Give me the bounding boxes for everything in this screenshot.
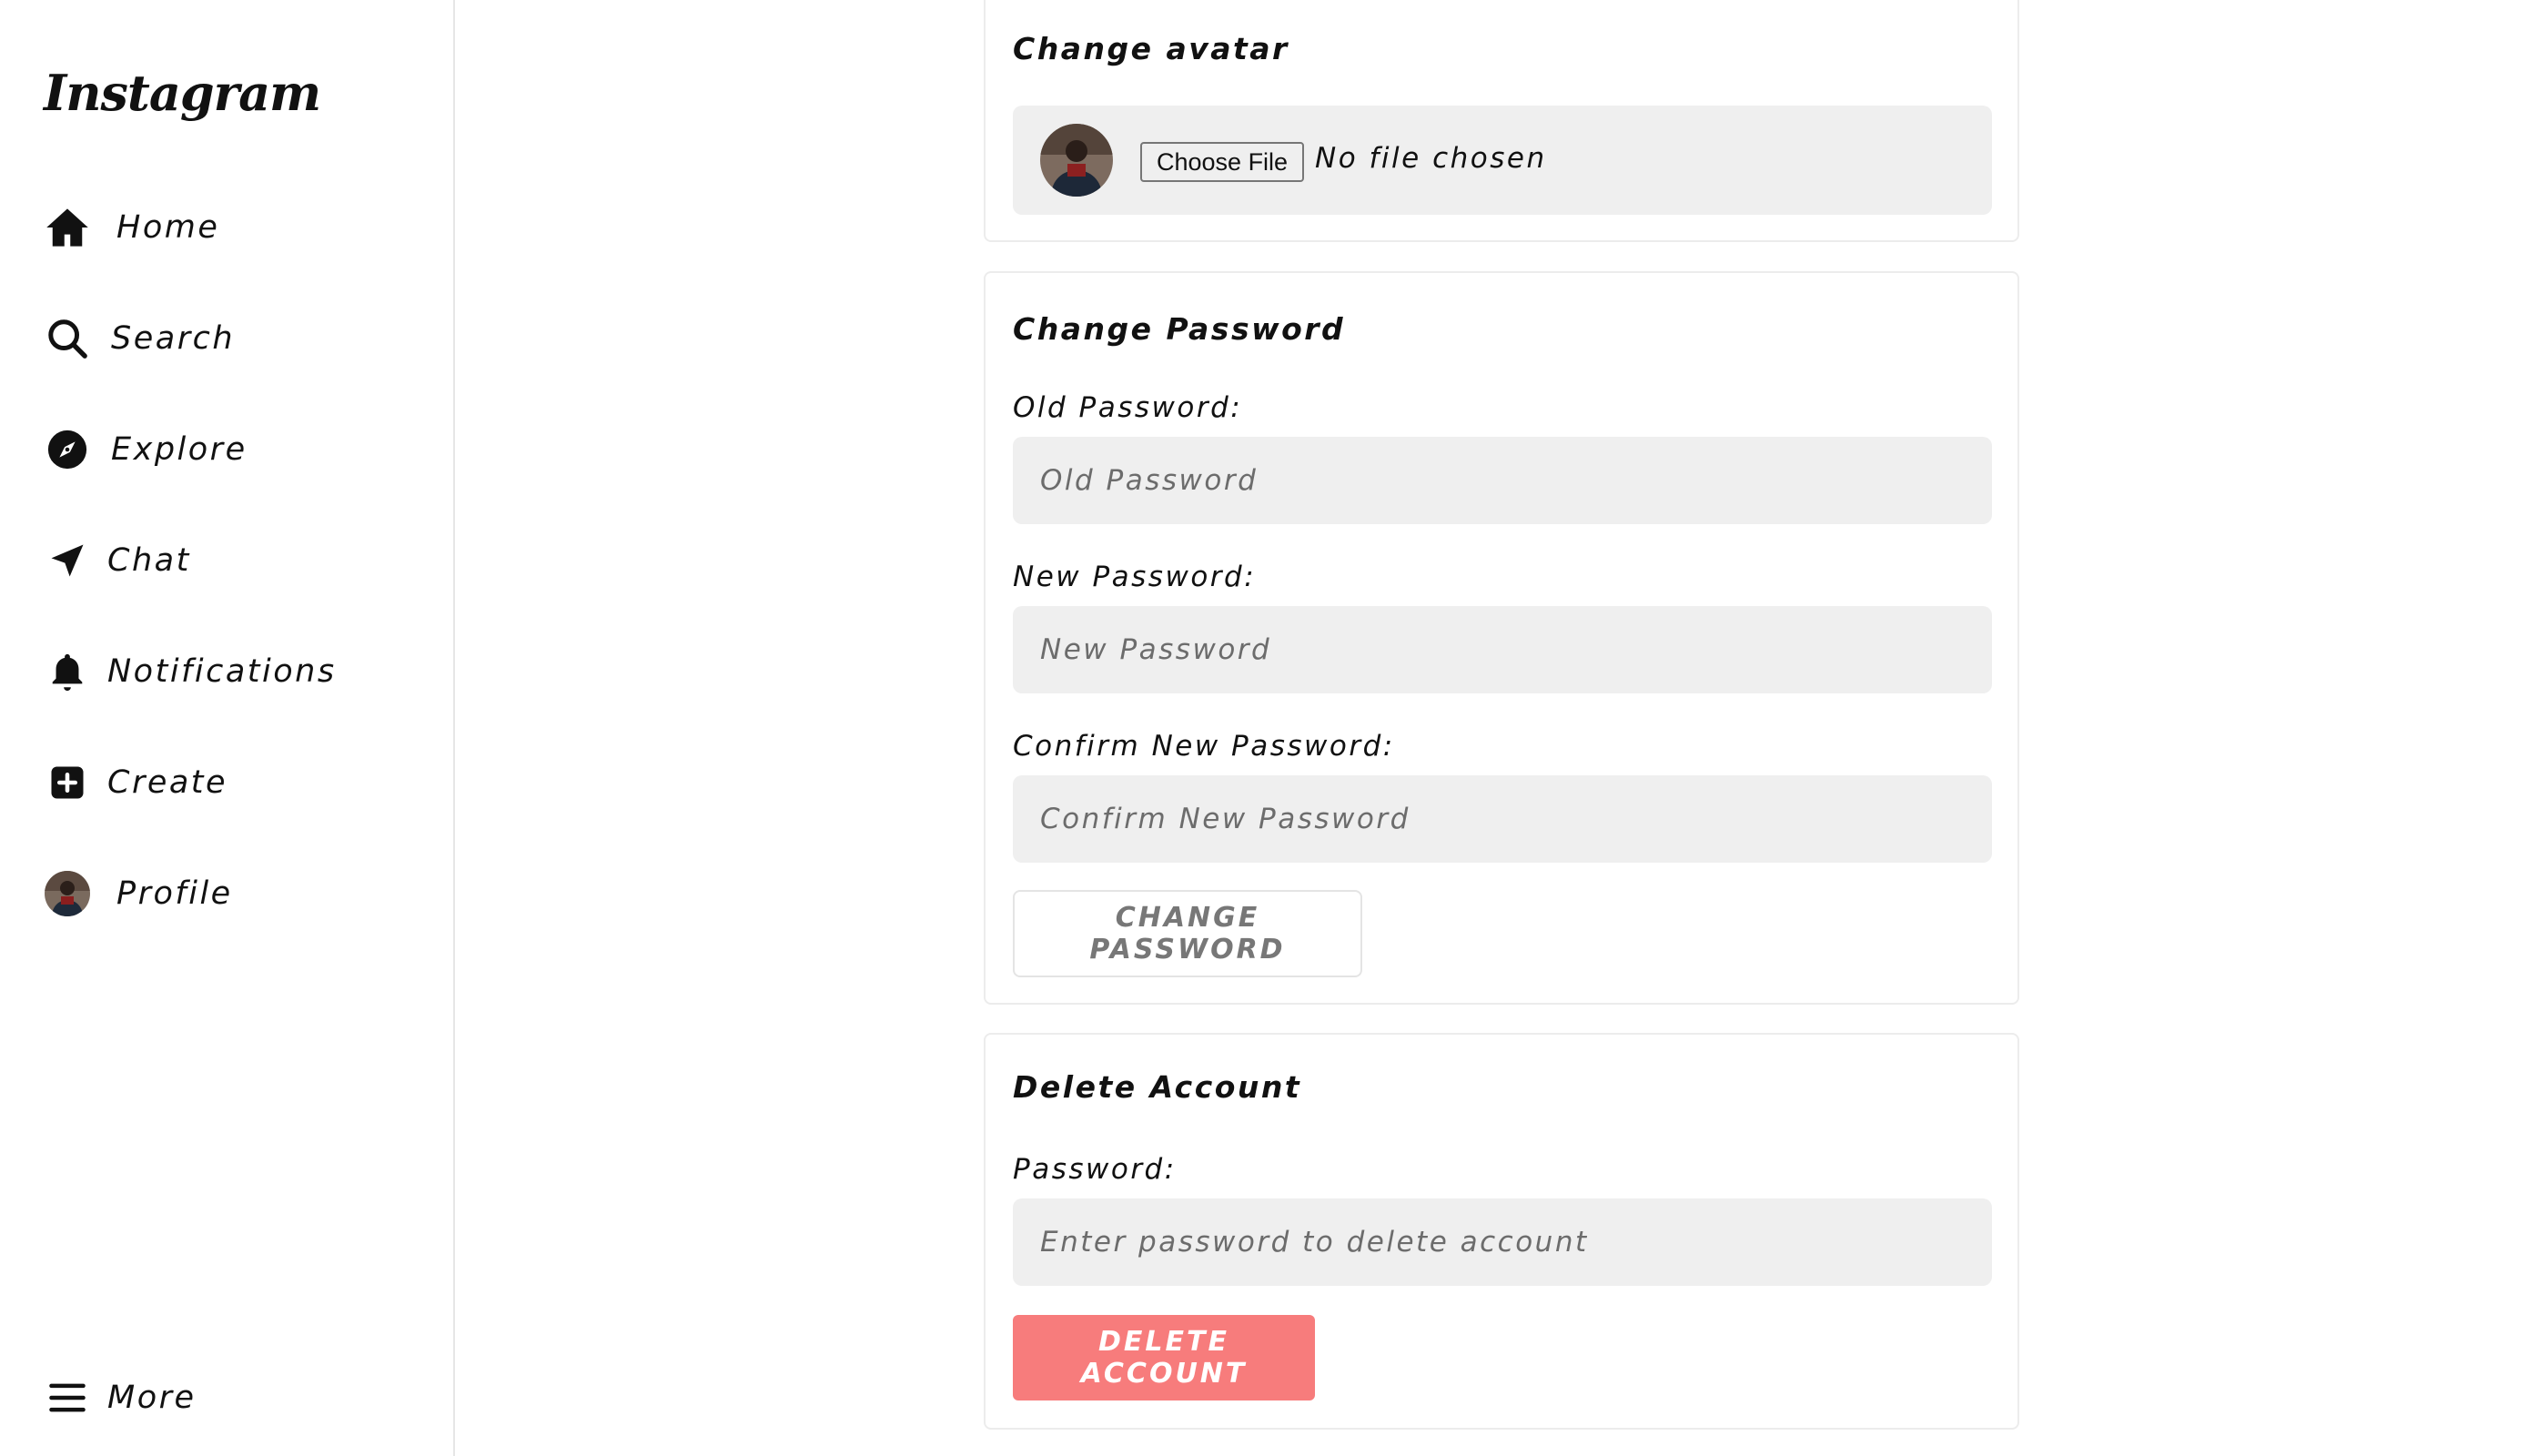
change-avatar-card: Change avatar Choose File No file chosen bbox=[984, 0, 2019, 242]
new-password-label: New Password: bbox=[1013, 561, 1257, 593]
sidebar-item-home[interactable]: Home bbox=[44, 198, 219, 257]
sidebar-item-chat[interactable]: Chat bbox=[44, 531, 191, 590]
avatar bbox=[1040, 124, 1113, 197]
avatar-file-row: Choose File No file chosen bbox=[1013, 106, 1992, 215]
sidebar-item-label: More bbox=[107, 1380, 197, 1416]
delete-account-card: Delete Account Password: DELETE ACCOUNT bbox=[984, 1033, 2019, 1430]
card-title: Change Password bbox=[1013, 311, 1346, 347]
choose-file-button[interactable]: Choose File bbox=[1140, 142, 1305, 182]
instagram-logo[interactable]: Instagram bbox=[44, 64, 321, 122]
sidebar-item-label: Home bbox=[116, 209, 220, 246]
search-icon bbox=[44, 315, 91, 362]
sidebar-item-more[interactable]: More bbox=[44, 1369, 197, 1427]
bell-icon bbox=[44, 648, 91, 695]
sidebar-item-label: Chat bbox=[107, 542, 191, 579]
delete-account-button[interactable]: DELETE ACCOUNT bbox=[1013, 1315, 1315, 1400]
sidebar-item-label: Explore bbox=[111, 431, 248, 468]
plus-square-icon bbox=[44, 759, 91, 806]
sidebar-item-search[interactable]: Search bbox=[44, 309, 235, 368]
file-status: No file chosen bbox=[1315, 142, 1547, 175]
sidebar-item-label: Search bbox=[111, 320, 236, 357]
old-password-input[interactable] bbox=[1013, 437, 1992, 524]
home-icon bbox=[44, 204, 91, 251]
confirm-password-label: Confirm New Password: bbox=[1013, 730, 1395, 763]
hamburger-menu-icon bbox=[44, 1374, 91, 1421]
sidebar-item-create[interactable]: Create bbox=[44, 753, 228, 812]
new-password-input[interactable] bbox=[1013, 606, 1992, 693]
sidebar-item-label: Notifications bbox=[107, 653, 337, 690]
send-icon bbox=[44, 537, 91, 584]
sidebar: Instagram Home Search Explore Chat Notif… bbox=[0, 0, 455, 1456]
sidebar-item-label: Create bbox=[107, 764, 228, 801]
delete-password-input[interactable] bbox=[1013, 1198, 1992, 1286]
change-password-button[interactable]: CHANGE PASSWORD bbox=[1013, 890, 1362, 977]
sidebar-item-explore[interactable]: Explore bbox=[44, 420, 248, 479]
compass-icon bbox=[44, 426, 91, 473]
confirm-password-input[interactable] bbox=[1013, 775, 1992, 863]
old-password-label: Old Password: bbox=[1013, 391, 1243, 424]
avatar bbox=[44, 870, 91, 917]
delete-password-label: Password: bbox=[1013, 1153, 1177, 1186]
sidebar-item-profile[interactable]: Profile bbox=[44, 864, 233, 923]
sidebar-item-notifications[interactable]: Notifications bbox=[44, 642, 337, 701]
card-title: Change avatar bbox=[1013, 31, 1289, 66]
sidebar-item-label: Profile bbox=[116, 875, 233, 912]
change-password-card: Change Password Old Password: New Passwo… bbox=[984, 271, 2019, 1005]
card-title: Delete Account bbox=[1013, 1069, 1302, 1105]
